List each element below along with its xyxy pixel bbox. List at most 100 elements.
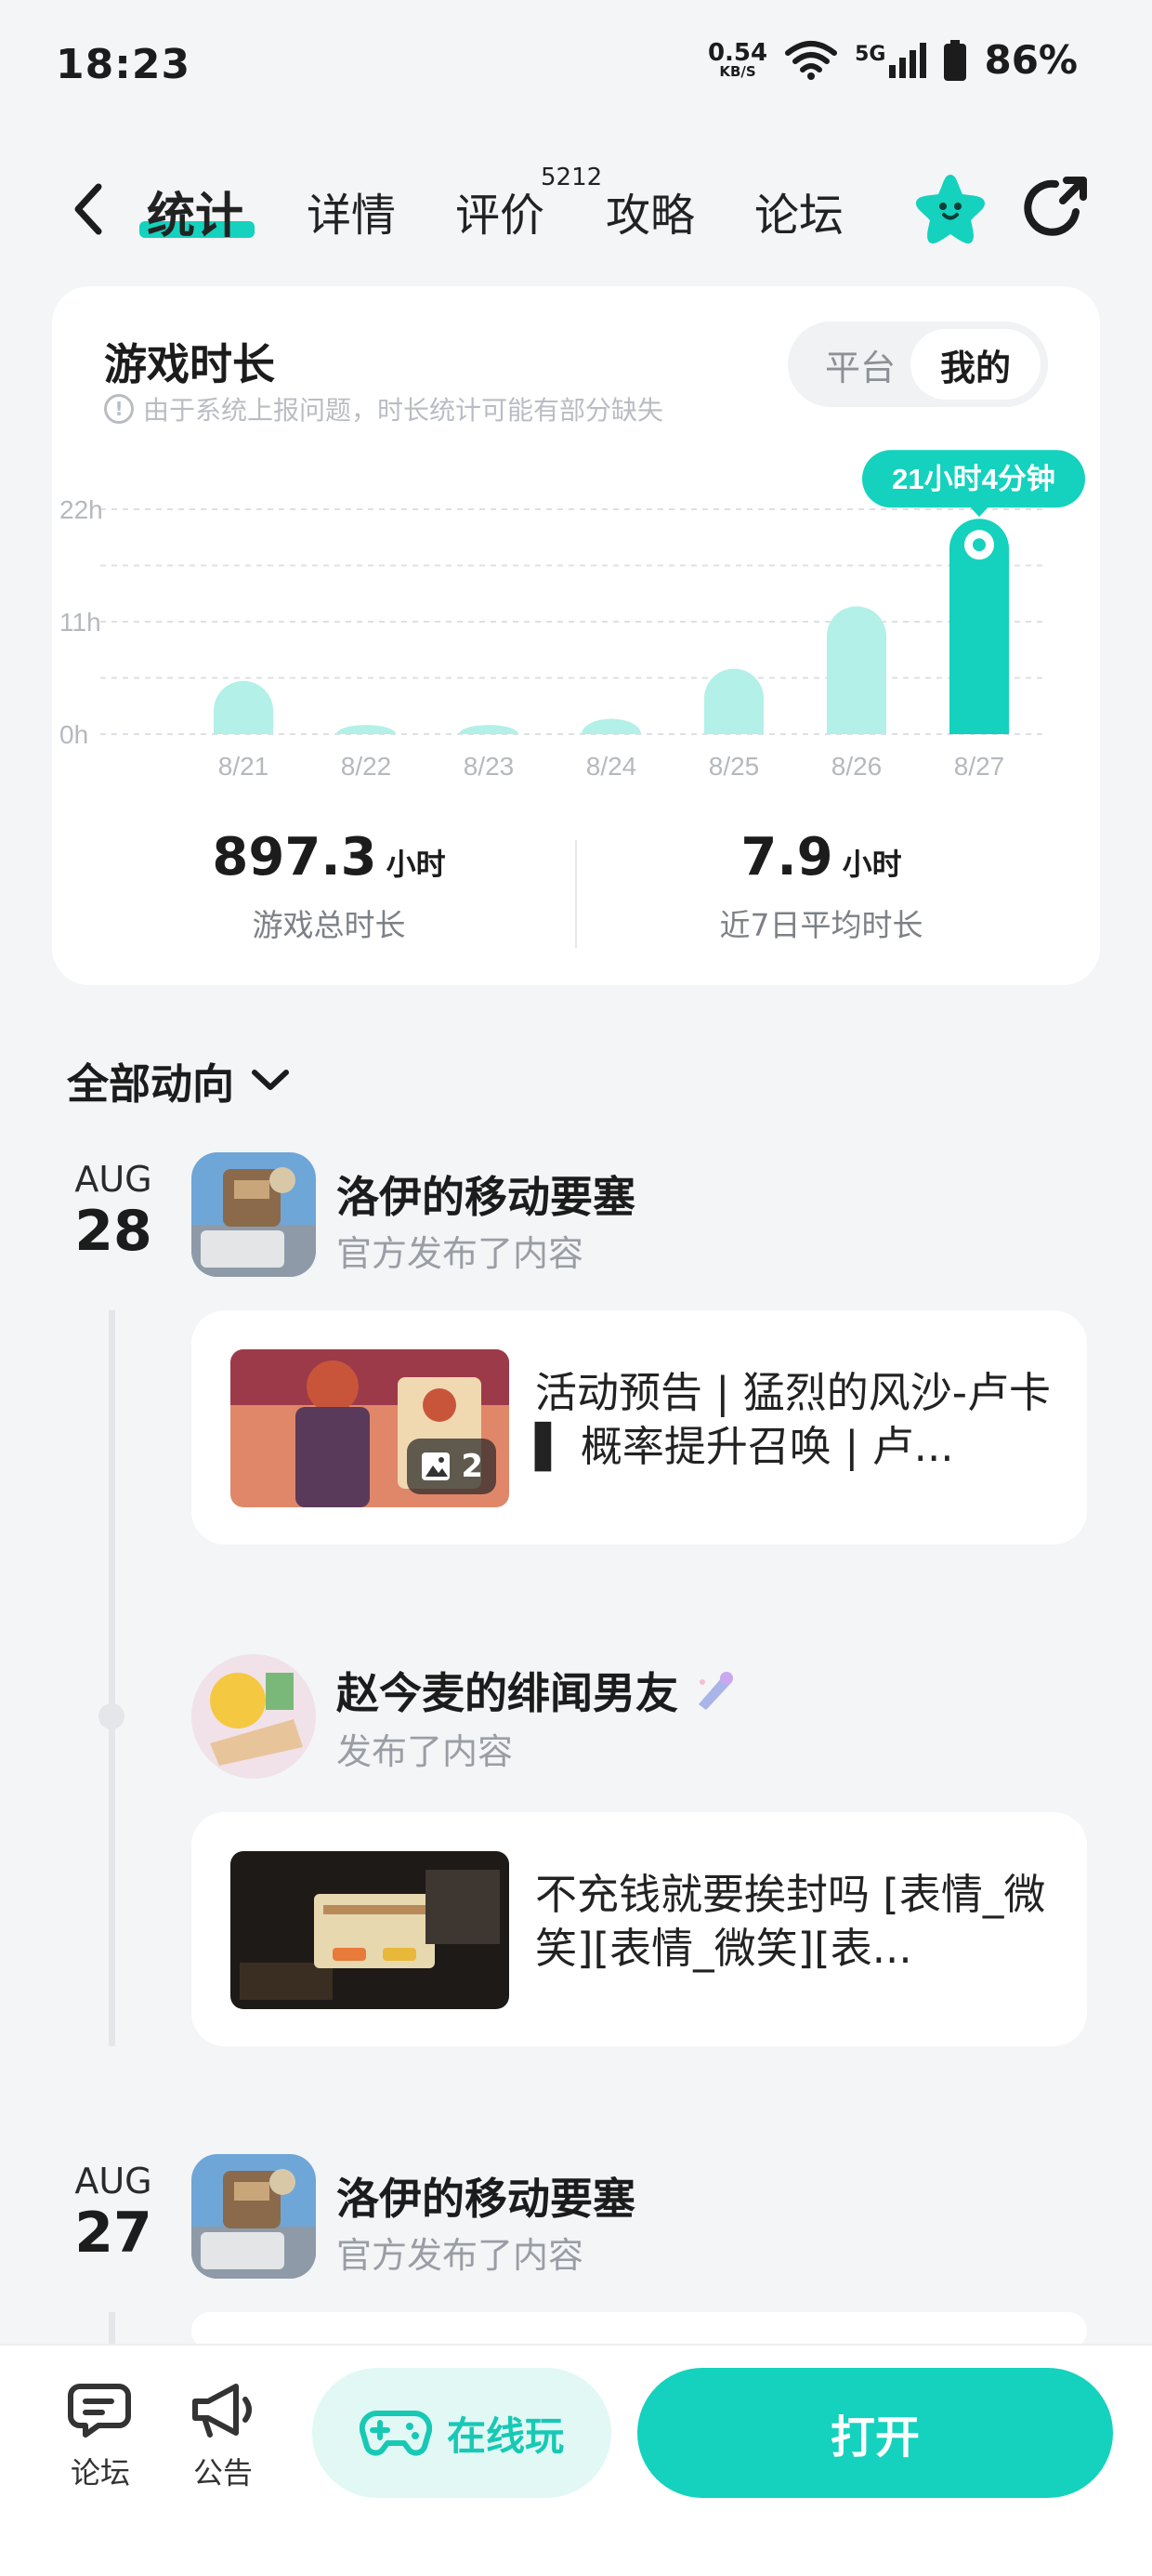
source-toggle: 平台 我的 xyxy=(788,322,1048,407)
toggle-mine[interactable]: 我的 xyxy=(910,329,1041,400)
share-button[interactable] xyxy=(1018,171,1093,245)
chart-y-tick: 22h xyxy=(59,495,103,524)
chart-highlight-marker-inner xyxy=(973,538,986,552)
chart-x-tick: 8/23 xyxy=(464,752,515,781)
playtime-warning-text: 由于系统上报问题，时长统计可能有部分缺失 xyxy=(143,395,664,426)
post-title: 活动预告 | 猛烈的风沙-卢卡 ▌ 概率提升召唤 | 卢... xyxy=(535,1368,1052,1471)
game-avatar[interactable] xyxy=(191,2154,316,2279)
chart-x-tick: 8/27 xyxy=(954,752,1005,781)
playtime-title: 游戏时长 xyxy=(104,339,275,389)
feed-filter-label: 全部动向 xyxy=(67,1059,235,1109)
total-playtime: 897.3 小时 游戏总时长 xyxy=(115,827,543,945)
forum-button[interactable]: 论坛 xyxy=(45,2379,156,2492)
info-icon: ! xyxy=(104,394,134,424)
date-day: 27 xyxy=(74,2201,152,2266)
chart-bar xyxy=(582,718,641,734)
average-playtime-value: 7.9 xyxy=(740,827,833,887)
chevron-left-icon xyxy=(74,183,102,235)
date-month: AUG xyxy=(74,2161,152,2201)
tab-stats[interactable]: 统计 xyxy=(147,177,243,246)
tab-forum[interactable]: 论坛 xyxy=(754,178,844,243)
play-online-button[interactable]: 在线玩 xyxy=(312,2368,611,2498)
signal-5g-icon: 5G xyxy=(855,42,927,78)
net-speed: 0.54 KB/S xyxy=(708,41,767,79)
announcement-label: 公告 xyxy=(192,2455,253,2491)
chart-bar xyxy=(214,680,273,734)
feed-filter-dropdown[interactable]: 全部动向 xyxy=(67,1050,290,1111)
wifi-icon xyxy=(785,40,838,80)
tab-reviews[interactable]: 评价 xyxy=(455,178,544,243)
game-logo-image xyxy=(191,1152,316,1277)
user-avatar-image xyxy=(191,1654,316,1779)
post-action: 官方发布了内容 xyxy=(336,1233,584,1274)
battery-percent: 86% xyxy=(984,37,1078,83)
chart-highlight-pointer xyxy=(970,506,988,518)
timeline-line xyxy=(109,1310,115,2046)
post-card[interactable]: 2 活动预告 | 猛烈的风沙-卢卡 ▌ 概率提升召唤 | 卢... xyxy=(191,1310,1087,1544)
summary-divider xyxy=(575,840,577,948)
favorite-button[interactable] xyxy=(912,171,988,247)
post-author-row: 赵今麦的绯闻男友 xyxy=(336,1660,738,1721)
chart-highlight-label: 21小时4分钟 xyxy=(892,463,1055,495)
date-day: 28 xyxy=(74,1199,152,1264)
post-title: 不充钱就要挨封吗 [表情_微笑][表情_微笑][表... xyxy=(535,1870,1046,1973)
user-avatar[interactable] xyxy=(191,1654,316,1779)
date-marker: AUG 28 xyxy=(67,1162,160,1262)
net-speed-value: 0.54 xyxy=(707,39,768,67)
game-avatar[interactable] xyxy=(191,1152,316,1277)
open-game-button[interactable]: 打开 xyxy=(637,2368,1113,2498)
image-count: 2 xyxy=(461,1448,483,1485)
date-month: AUG xyxy=(74,1159,152,1200)
back-button[interactable] xyxy=(61,177,113,242)
game-logo-image xyxy=(191,2154,316,2279)
chart-bar xyxy=(459,725,518,734)
total-playtime-unit: 小时 xyxy=(386,847,446,882)
decoration-badge-icon xyxy=(699,1672,733,1710)
average-playtime-unit: 小时 xyxy=(842,847,902,882)
post-action: 官方发布了内容 xyxy=(336,2235,584,2276)
reviews-count-badge: 5212 xyxy=(541,164,603,191)
tab-details[interactable]: 详情 xyxy=(307,178,396,243)
tab-guides[interactable]: 攻略 xyxy=(606,178,695,243)
chart-y-tick: 11h xyxy=(59,608,101,637)
timeline-dot xyxy=(98,1703,124,1729)
toggle-platform[interactable]: 平台 xyxy=(795,329,925,400)
open-game-label: 打开 xyxy=(830,2412,920,2464)
total-playtime-label: 游戏总时长 xyxy=(252,907,406,943)
post-author[interactable]: 洛伊的移动要塞 xyxy=(336,1163,635,1225)
chat-bubble-icon xyxy=(68,2384,131,2438)
chart-bar xyxy=(336,725,396,734)
share-icon xyxy=(1024,177,1087,236)
total-playtime-value: 897.3 xyxy=(212,827,377,887)
post-thumbnail: 2 xyxy=(230,1349,509,1507)
post-author[interactable]: 洛伊的移动要塞 xyxy=(336,2165,635,2227)
post-thumbnail xyxy=(230,1851,509,2009)
forum-label: 论坛 xyxy=(70,2455,130,2491)
net-speed-unit: KB/S xyxy=(719,63,756,80)
playtime-chart: 22h 11h 0h 8/21 8/22 8/23 8/24 8/25 8/26 8/27 21小时… xyxy=(59,450,1085,781)
chart-x-tick: 8/24 xyxy=(586,752,637,781)
playtime-warning: ! 由于系统上报问题，时长统计可能有部分缺失 xyxy=(104,390,663,427)
megaphone-icon xyxy=(192,2384,252,2438)
gamepad-icon xyxy=(359,2411,432,2456)
image-count-badge: 2 xyxy=(407,1439,496,1494)
chart-bar xyxy=(827,606,886,734)
timeline-line xyxy=(109,2312,115,2344)
chevron-down-icon xyxy=(252,1069,290,1090)
date-marker: AUG 27 xyxy=(67,2163,160,2264)
chart-x-tick: 8/21 xyxy=(218,752,269,781)
post-author[interactable]: 赵今麦的绯闻男友 xyxy=(336,1660,678,1721)
post-action: 发布了内容 xyxy=(336,1731,514,1772)
battery-icon xyxy=(944,39,967,81)
image-icon xyxy=(422,1452,451,1480)
play-online-label: 在线玩 xyxy=(446,2412,564,2459)
chart-bar xyxy=(704,668,764,734)
average-playtime: 7.9 小时 近7日平均时长 xyxy=(608,827,1035,945)
chart-y-tick: 0h xyxy=(59,720,88,749)
star-face-icon xyxy=(916,175,985,243)
status-icons: 0.54 KB/S 5G 86% xyxy=(708,37,1078,83)
announcement-button[interactable]: 公告 xyxy=(167,2379,279,2492)
post-card[interactable]: 不充钱就要挨封吗 [表情_微笑][表情_微笑][表... xyxy=(191,1812,1087,2046)
chart-x-tick: 8/22 xyxy=(341,752,392,781)
chart-x-tick: 8/25 xyxy=(709,752,760,781)
